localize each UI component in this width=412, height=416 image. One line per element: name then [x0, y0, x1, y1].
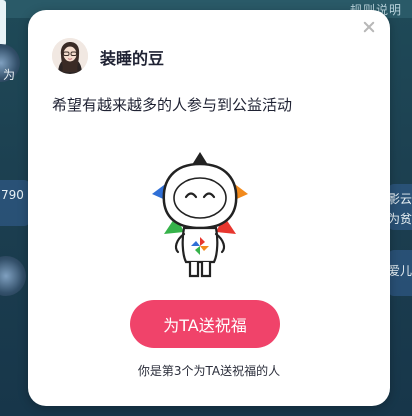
- background-scrollbar: [0, 0, 6, 46]
- background-text-fragment: 为: [3, 68, 16, 82]
- background-text-fragment: 790: [1, 188, 24, 202]
- background-avatar: [0, 256, 26, 296]
- background-text-fragment: 为贫: [388, 212, 412, 226]
- send-blessing-button[interactable]: 为TA送祝福: [130, 300, 280, 348]
- avatar-portrait-icon: [52, 38, 88, 74]
- bless-dialog: 装睡的豆 希望有越来越多的人参与到公益活动 为TA送祝福 你是第3个为TA送祝福…: [28, 10, 390, 406]
- avatar: [52, 38, 88, 74]
- charity-mascot-icon: [152, 152, 248, 278]
- background-text-fragment: 影云: [388, 192, 412, 206]
- close-icon[interactable]: [362, 20, 376, 34]
- background-card: [0, 180, 30, 226]
- blessing-count-text: 你是第3个为TA送祝福的人: [137, 364, 281, 378]
- bless-message: 希望有越来越多的人参与到公益活动: [52, 96, 293, 114]
- background-text-fragment: 爱儿: [388, 264, 412, 278]
- username: 装睡的豆: [100, 49, 165, 68]
